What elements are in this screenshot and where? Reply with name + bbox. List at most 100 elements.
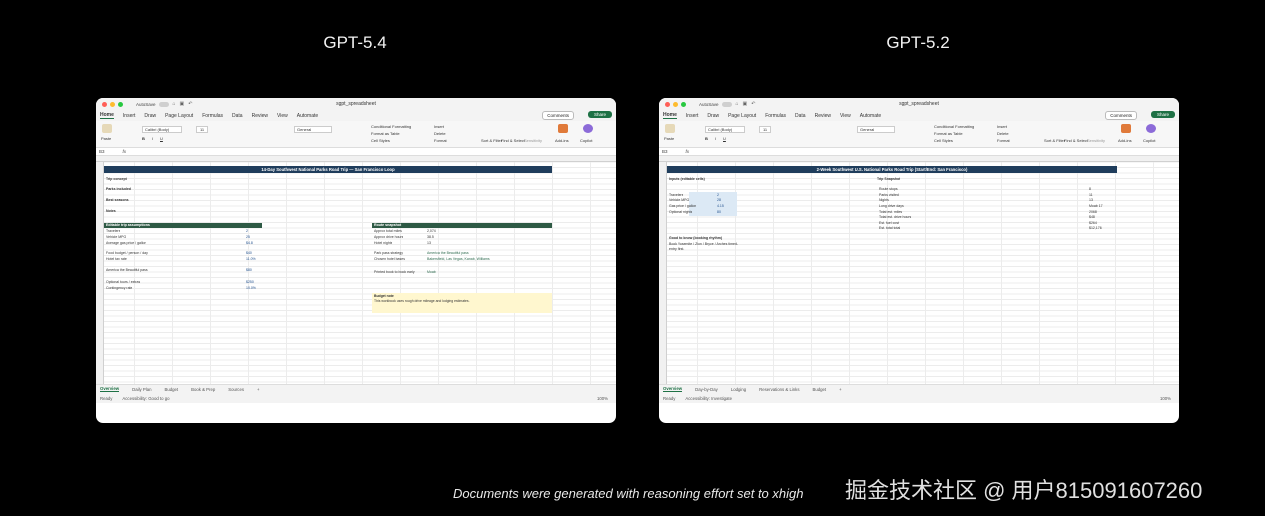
cell-value[interactable]: 8 [1089, 187, 1091, 193]
cell-value[interactable]: 2 [246, 229, 248, 235]
italic-button[interactable]: I [152, 136, 153, 141]
minimize-icon[interactable] [673, 101, 678, 107]
number-format-select[interactable]: General [294, 126, 333, 133]
cell-value[interactable]: 28 [717, 198, 721, 204]
cell-value[interactable]: 11.0% [246, 257, 256, 263]
delete-cells-button[interactable]: Delete [997, 131, 1009, 136]
cell-value[interactable]: 13 [1089, 198, 1093, 204]
paste-icon[interactable] [665, 124, 675, 133]
tab-home[interactable]: Home [100, 112, 114, 119]
share-button[interactable]: Share [587, 111, 612, 118]
comments-button[interactable]: Comments [542, 111, 574, 120]
font-select[interactable]: Calibri (Body) [705, 126, 746, 133]
sort-filter-button[interactable]: Sort & Filter [1044, 138, 1065, 143]
number-format-select[interactable]: General [857, 126, 896, 133]
worksheet-grid[interactable]: 2-Week Southwest U.S. National Parks Roa… [659, 156, 1179, 384]
cell-value[interactable]: $80 [246, 268, 252, 274]
sheet-tab-day-by-day[interactable]: Day-by-Day [695, 387, 718, 392]
add-sheet-icon[interactable]: + [257, 387, 260, 392]
home-icon[interactable]: ⌂ [173, 101, 176, 107]
font-size-select[interactable]: 11 [196, 126, 209, 133]
minimize-icon[interactable] [110, 101, 115, 107]
underline-button[interactable]: U [160, 136, 163, 141]
close-icon[interactable] [665, 101, 670, 107]
delete-cells-button[interactable]: Delete [434, 131, 446, 136]
tab-formulas[interactable]: Formulas [202, 113, 223, 119]
find-select-button[interactable]: Find & Select [501, 138, 525, 143]
cell-value[interactable]: Bakersfield, Las Vegas, Kanab, Williams [427, 257, 547, 263]
italic-button[interactable]: I [715, 136, 716, 141]
paste-icon[interactable] [102, 124, 112, 133]
bold-button[interactable]: B [705, 136, 708, 141]
cell-value[interactable]: 80 [717, 210, 721, 216]
accessibility-status[interactable]: Accessibility: Investigate [685, 396, 732, 401]
tab-home[interactable]: Home [663, 112, 677, 119]
save-icon[interactable]: ▣ [180, 101, 185, 107]
tab-draw[interactable]: Draw [707, 113, 719, 119]
addins-button[interactable]: Add-ins [1118, 138, 1132, 143]
cell-value[interactable]: America the Beautiful pass [427, 251, 469, 257]
sheet-tab-overview[interactable]: Overview [663, 386, 683, 392]
cell-value[interactable]: Moab [427, 270, 436, 276]
autosave-toggle[interactable]: AutoSave [699, 101, 732, 107]
tab-view[interactable]: View [277, 113, 288, 119]
tab-data[interactable]: Data [232, 113, 243, 119]
worksheet-grid[interactable]: 14-Day Southwest National Parks Road Tri… [96, 156, 616, 384]
find-select-button[interactable]: Find & Select [1064, 138, 1088, 143]
format-cells-button[interactable]: Format [997, 138, 1010, 143]
zoom-icon[interactable] [681, 101, 686, 107]
tab-automate[interactable]: Automate [860, 113, 881, 119]
tab-view[interactable]: View [840, 113, 851, 119]
save-icon[interactable]: ▣ [743, 101, 748, 107]
addins-icon[interactable] [1121, 124, 1131, 133]
tab-insert[interactable]: Insert [686, 113, 699, 119]
cell-reference[interactable]: B3 [99, 149, 105, 154]
undo-icon[interactable]: ↶ [188, 101, 192, 107]
sheet-tab-reservations[interactable]: Reservations & Links [759, 387, 799, 392]
home-icon[interactable]: ⌂ [736, 101, 739, 107]
cell-value[interactable]: $12,176 [1089, 226, 1102, 232]
copilot-button[interactable]: Copilot [1143, 138, 1155, 143]
undo-icon[interactable]: ↶ [751, 101, 755, 107]
paste-button[interactable]: Paste [101, 136, 111, 141]
cell-value[interactable]: Moab 17 [1089, 204, 1103, 210]
zoom-icon[interactable] [118, 101, 123, 107]
cell-value[interactable]: 38.5 [427, 235, 434, 241]
sheet-tab-sources[interactable]: Sources [228, 387, 244, 392]
comments-button[interactable]: Comments [1105, 111, 1137, 120]
format-as-table-button[interactable]: Format as Table [934, 131, 963, 136]
cell-value[interactable]: $250 [246, 280, 254, 286]
zoom-level[interactable]: 100% [1160, 396, 1171, 401]
addins-icon[interactable] [558, 124, 568, 133]
tab-data[interactable]: Data [795, 113, 806, 119]
format-cells-button[interactable]: Format [434, 138, 447, 143]
sheet-tab-budget[interactable]: Budget [164, 387, 178, 392]
zoom-level[interactable]: 100% [597, 396, 608, 401]
tab-review[interactable]: Review [252, 113, 268, 119]
tab-page-layout[interactable]: Page Layout [165, 113, 193, 119]
sheet-tab-book-prep[interactable]: Book & Prep [191, 387, 215, 392]
tab-automate[interactable]: Automate [297, 113, 318, 119]
sheet-tab-daily-plan[interactable]: Daily Plan [132, 387, 151, 392]
tab-formulas[interactable]: Formulas [765, 113, 786, 119]
cell-value[interactable]: $4.8 [246, 241, 253, 247]
cell-value[interactable]: 10.0% [246, 286, 256, 292]
insert-cells-button[interactable]: Insert [434, 124, 444, 129]
tab-insert[interactable]: Insert [123, 113, 136, 119]
sheet-tab-overview[interactable]: Overview [100, 386, 120, 392]
sensitivity-button[interactable]: Sensitivity [524, 138, 542, 143]
cell-value[interactable]: 4.15 [717, 204, 724, 210]
close-icon[interactable] [102, 101, 107, 107]
share-button[interactable]: Share [1150, 111, 1175, 118]
cell-reference[interactable]: B3 [662, 149, 668, 154]
tab-page-layout[interactable]: Page Layout [728, 113, 756, 119]
cell-value[interactable]: $48 [1089, 215, 1095, 221]
insert-cells-button[interactable]: Insert [997, 124, 1007, 129]
copilot-icon[interactable] [1146, 124, 1156, 133]
cell-value[interactable]: $40 [246, 251, 252, 257]
sheet-tab-lodging[interactable]: Lodging [731, 387, 746, 392]
accessibility-status[interactable]: Accessibility: Good to go [122, 396, 169, 401]
conditional-formatting-button[interactable]: Conditional Formatting [371, 124, 411, 129]
sheet-tab-budget[interactable]: Budget [812, 387, 826, 392]
underline-button[interactable]: U [723, 136, 726, 141]
